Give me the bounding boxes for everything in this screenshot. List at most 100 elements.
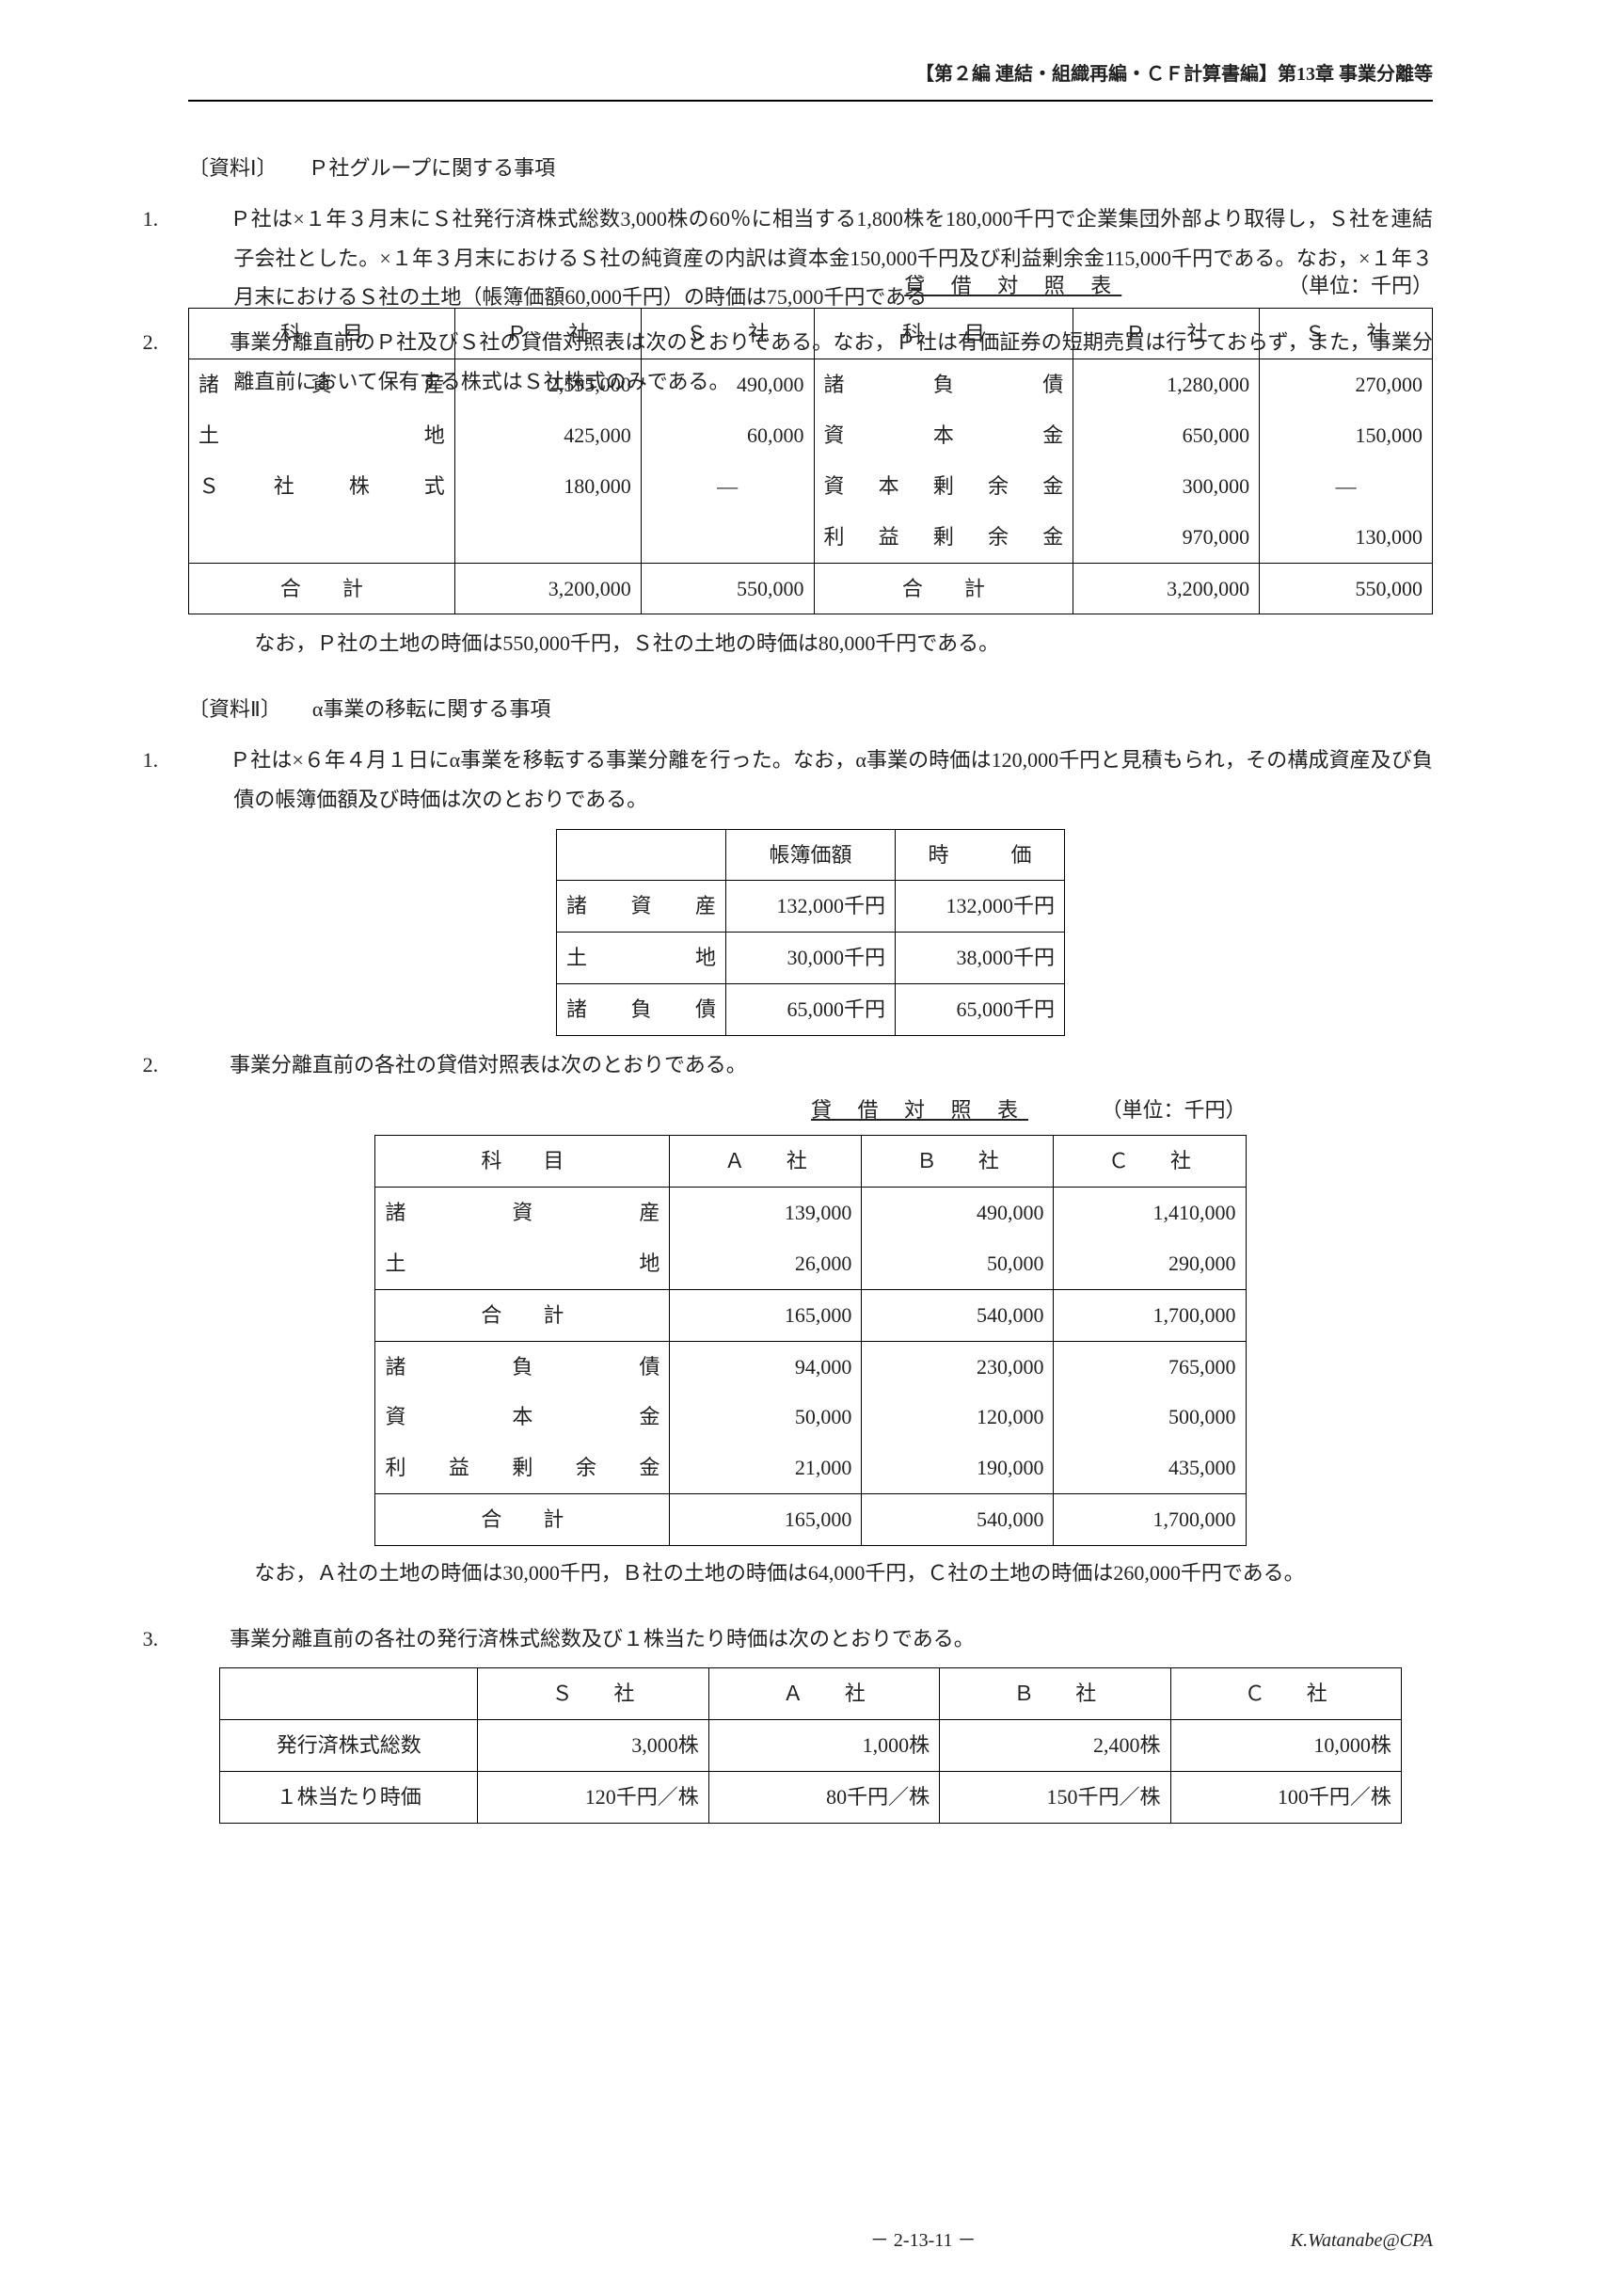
cell: 139,000 [670, 1188, 862, 1238]
cell: 650,000 [1073, 410, 1260, 461]
table-row: 利益剰余金970,000130,000 [189, 512, 1433, 563]
cell: 150,000 [1260, 410, 1433, 461]
cell: 120千円／株 [478, 1771, 708, 1823]
table2-wrap: 帳簿価額時 価諸資産132,000千円132,000千円土地30,000千円38… [188, 829, 1433, 1036]
cell: 合 計 [814, 563, 1073, 614]
s2-item2: 2.事業分離直前の各社の貸借対照表は次のとおりである。 [188, 1045, 1433, 1085]
cell: 30,000千円 [726, 933, 896, 984]
cell: 合 計 [375, 1289, 670, 1341]
cell: 土地 [375, 1238, 670, 1289]
cell: 26,000 [670, 1238, 862, 1289]
cell: 150千円／株 [940, 1771, 1170, 1823]
table3-unit: （単位：千円） [1102, 1091, 1247, 1130]
table-row: 土地425,00060,000資本金650,000150,000 [189, 410, 1433, 461]
cell: 21,000 [670, 1443, 862, 1493]
cell: 425,000 [454, 410, 641, 461]
cell: 1,410,000 [1054, 1188, 1246, 1238]
shares-table: Ｓ 社Ａ 社Ｂ 社Ｃ 社発行済株式総数3,000株1,000株2,400株10,… [219, 1667, 1402, 1823]
credit: K.Watanabe@CPA [1291, 2223, 1433, 2258]
s1-item2-num: 2. [188, 323, 230, 362]
s2-item1-text: Ｐ社は×６年４月１日にα事業を移転する事業分離を行った。なお，α事業の時価は12… [230, 748, 1433, 811]
cell: 65,000千円 [896, 983, 1065, 1035]
cell: 利益剰余金 [814, 512, 1073, 563]
table-row: 諸負債94,000230,000765,000 [375, 1341, 1246, 1392]
cell: 諸負債 [557, 983, 726, 1035]
table-row: 合 計3,200,000550,000合 計3,200,000550,000 [189, 563, 1433, 614]
cell: 諸負債 [375, 1341, 670, 1392]
table-row: 発行済株式総数3,000株1,000株2,400株10,000株 [220, 1720, 1402, 1772]
header-rule [188, 100, 1433, 102]
s2-item2-text: 事業分離直前の各社の貸借対照表は次のとおりである。 [230, 1053, 747, 1076]
s2-item3-text: 事業分離直前の各社の発行済株式総数及び１株当たり時価は次のとおりである。 [230, 1627, 975, 1650]
cell: 合 計 [189, 563, 455, 614]
footer: － 2-13-11 － K.Watanabe@CPA [0, 2223, 1621, 2258]
cell: 1,280,000 [1073, 359, 1260, 410]
cell [454, 512, 641, 563]
section1-title: 〔資料Ⅰ〕 Ｐ社グループに関する事項 [188, 149, 1433, 188]
s2-item2-num: 2. [188, 1045, 230, 1085]
cell: Ｃ 社 [1054, 1136, 1246, 1188]
cell: 435,000 [1054, 1443, 1246, 1493]
cell: 1,700,000 [1054, 1493, 1246, 1545]
s2-item3-num: 3. [188, 1619, 230, 1659]
cell: 38,000千円 [896, 933, 1065, 984]
table-row: １株当たり時価120千円／株80千円／株150千円／株100千円／株 [220, 1771, 1402, 1823]
balance-sheet-table-3: 科 目Ａ 社Ｂ 社Ｃ 社諸資産139,000490,0001,410,000土地… [374, 1135, 1246, 1545]
cell: 帳簿価額 [726, 829, 896, 881]
cell: — [641, 461, 814, 512]
table-row: 科 目Ａ 社Ｂ 社Ｃ 社 [375, 1136, 1246, 1188]
page-number: － 2-13-11 － [556, 2223, 1291, 2258]
cell: 土地 [557, 933, 726, 984]
table1-host: 貸 借 対 照 表 （単位：千円） 科 目Ｐ 社Ｓ 社科 目Ｐ 社Ｓ 社諸資産2… [188, 266, 1433, 615]
breadcrumb: 【第２編 連結・組織再編・ＣＦ計算書編】第13章 事業分離等 [188, 56, 1433, 92]
cell: Ｂ 社 [862, 1136, 1054, 1188]
s1-note: なお，Ｐ社の土地の時価は550,000千円，Ｓ社の土地の時価は80,000千円で… [254, 624, 1433, 663]
cell: 540,000 [862, 1493, 1054, 1545]
cell: 132,000千円 [726, 881, 896, 933]
s2-item3: 3.事業分離直前の各社の発行済株式総数及び１株当たり時価は次のとおりである。 [188, 1619, 1433, 1659]
table-row: 合 計165,000540,0001,700,000 [375, 1493, 1246, 1545]
cell: 165,000 [670, 1493, 862, 1545]
cell [641, 512, 814, 563]
cell: — [1260, 461, 1433, 512]
cell: 490,000 [862, 1188, 1054, 1238]
s2-note2: なお，Ａ社の土地の時価は30,000千円，Ｂ社の土地の時価は64,000千円，Ｃ… [254, 1554, 1433, 1593]
s1-item1-num: 1. [188, 199, 230, 239]
cell: 165,000 [670, 1289, 862, 1341]
cell: 500,000 [1054, 1392, 1246, 1443]
table-row: 利益剰余金21,000190,000435,000 [375, 1443, 1246, 1493]
cell: 3,000株 [478, 1720, 708, 1772]
cell: 諸資産 [375, 1188, 670, 1238]
table-row: Ｓ社株式180,000—資本剰余金300,000— [189, 461, 1433, 512]
cell: 765,000 [1054, 1341, 1246, 1392]
table-row: 帳簿価額時 価 [557, 829, 1065, 881]
cell: 1,700,000 [1054, 1289, 1246, 1341]
table3-caption: 貸 借 対 照 表 [739, 1091, 1102, 1130]
cell: 120,000 [862, 1392, 1054, 1443]
table-row: 合 計165,000540,0001,700,000 [375, 1289, 1246, 1341]
table-row: 諸資産2,595,000490,000諸負債1,280,000270,000 [189, 359, 1433, 410]
cell: Ｓ 社 [478, 1668, 708, 1720]
cell: 諸負債 [814, 359, 1073, 410]
cell: 発行済株式総数 [220, 1720, 478, 1772]
cell: 資本金 [814, 410, 1073, 461]
table-row: 諸負債65,000千円65,000千円 [557, 983, 1065, 1035]
table-row: 土地26,00050,000290,000 [375, 1238, 1246, 1289]
cell: 290,000 [1054, 1238, 1246, 1289]
cell: 合 計 [375, 1493, 670, 1545]
cell: 50,000 [670, 1392, 862, 1443]
cell: 60,000 [641, 410, 814, 461]
cell: 180,000 [454, 461, 641, 512]
cell: 540,000 [862, 1289, 1054, 1341]
cell: Ｓ社株式 [189, 461, 455, 512]
cell: Ｂ 社 [940, 1668, 1170, 1720]
cell: 190,000 [862, 1443, 1054, 1493]
cell: 970,000 [1073, 512, 1260, 563]
table1-caption2: 貸 借 対 照 表 [739, 266, 1289, 306]
table-row: 諸資産132,000千円132,000千円 [557, 881, 1065, 933]
table-row: 諸資産139,000490,0001,410,000 [375, 1188, 1246, 1238]
cell: 2,400株 [940, 1720, 1170, 1772]
cell: 3,200,000 [454, 563, 641, 614]
table3-wrap: 貸 借 対 照 表 （単位：千円） 科 目Ａ 社Ｂ 社Ｃ 社諸資産139,000… [374, 1091, 1246, 1546]
table-row: Ｓ 社Ａ 社Ｂ 社Ｃ 社 [220, 1668, 1402, 1720]
